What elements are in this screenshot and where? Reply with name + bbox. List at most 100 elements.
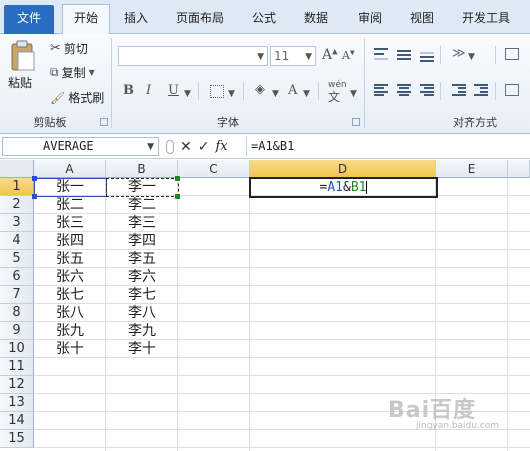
cell-b[interactable]: 李十 [106, 340, 178, 358]
row-header[interactable]: 5 [0, 250, 34, 268]
resize-handle-icon[interactable] [32, 194, 37, 199]
orientation-icon[interactable]: ≫ [452, 46, 466, 61]
italic-button[interactable]: I [146, 83, 151, 98]
row-header[interactable]: 13 [0, 394, 34, 412]
insert-function-icon[interactable]: fx [215, 139, 227, 154]
divider [440, 46, 441, 64]
cell-a[interactable]: 张三 [34, 214, 106, 232]
copy-button[interactable]: ⧉ 复制 ▼ [50, 64, 95, 81]
tab-insert[interactable]: 插入 [116, 5, 156, 34]
cell-a[interactable]: 张十 [34, 340, 106, 358]
ribbon: 粘贴 ✂ 剪切 ⧉ 复制 ▼ 🖌 格式刷 剪贴板 ▼ 11 ▼ A▲ A▼ B … [0, 34, 530, 134]
resize-handle-icon[interactable] [32, 176, 37, 181]
worksheet-grid[interactable]: A B C D E 1 2 3 4 5 6 7 8 9 10 11 12 13 14 15 张一 张二 张三 张四… [0, 160, 530, 451]
cell-a[interactable]: 张七 [34, 286, 106, 304]
cell-a[interactable]: 张二 [34, 196, 106, 214]
tab-home[interactable]: 开始 [62, 4, 110, 35]
underline-button[interactable]: U [168, 83, 179, 98]
row-header[interactable]: 1 [0, 178, 34, 196]
column-header-d[interactable]: D [250, 160, 436, 178]
paste-button[interactable] [8, 40, 38, 72]
column-header-f[interactable] [508, 160, 530, 178]
tab-developer[interactable]: 开发工具 [454, 5, 518, 34]
borders-icon[interactable] [210, 85, 224, 98]
chevron-down-icon: ▼ [88, 68, 95, 77]
formula-ref-b1: B1 [350, 180, 367, 195]
font-name-input[interactable]: ▼ [118, 46, 268, 66]
cancel-icon[interactable]: ✕ [180, 139, 192, 155]
chevron-down-icon: ▼ [184, 89, 191, 99]
align-middle-icon[interactable] [397, 50, 411, 60]
tab-file[interactable]: 文件 [4, 5, 54, 34]
row-header[interactable]: 10 [0, 340, 34, 358]
cell-b[interactable]: 李二 [106, 196, 178, 214]
decrease-indent-icon[interactable] [452, 84, 466, 96]
name-box[interactable]: AVERAGE ▼ [2, 137, 159, 156]
active-cell-d1[interactable]: =A1&B1 [249, 177, 438, 198]
align-top-icon[interactable] [374, 48, 388, 60]
tab-view[interactable]: 视图 [402, 5, 442, 34]
resize-handle-icon[interactable] [175, 176, 180, 181]
increase-indent-icon[interactable] [474, 84, 488, 96]
font-color-button[interactable]: A [288, 83, 297, 98]
formula-bar: AVERAGE ▼ ✕ ✓ fx =A1&B1 [0, 135, 530, 159]
select-all-corner[interactable] [0, 160, 34, 178]
font-launcher-icon[interactable] [352, 118, 360, 126]
wrap-text-icon[interactable] [505, 48, 519, 60]
clipboard-launcher-icon[interactable] [100, 118, 108, 126]
shrink-font-button[interactable]: A▼ [342, 49, 355, 62]
font-size-input[interactable]: 11 ▼ [270, 46, 316, 66]
resize-handle-icon[interactable] [175, 194, 180, 199]
row-header[interactable]: 14 [0, 412, 34, 430]
tab-formulas[interactable]: 公式 [244, 5, 284, 34]
resize-handle-icon[interactable] [166, 139, 174, 154]
divider [440, 82, 441, 100]
formula-input[interactable]: =A1&B1 [246, 137, 530, 156]
paste-label[interactable]: 粘贴 [8, 74, 32, 91]
cell-b[interactable]: 李九 [106, 322, 178, 340]
enter-icon[interactable]: ✓ [198, 139, 210, 155]
column-header-e[interactable]: E [436, 160, 508, 178]
align-center-icon[interactable] [397, 84, 411, 96]
row-header[interactable]: 8 [0, 304, 34, 322]
cell-b[interactable]: 李八 [106, 304, 178, 322]
align-right-icon[interactable] [420, 84, 434, 96]
row-header[interactable]: 7 [0, 286, 34, 304]
tab-data[interactable]: 数据 [296, 5, 336, 34]
row-header[interactable]: 2 [0, 196, 34, 214]
merge-center-icon[interactable] [505, 84, 519, 96]
cut-button[interactable]: ✂ 剪切 [50, 40, 88, 57]
row-header[interactable]: 12 [0, 376, 34, 394]
row-header[interactable]: 11 [0, 358, 34, 376]
format-painter-button[interactable]: 🖌 格式刷 [50, 89, 104, 106]
cell-a[interactable]: 张六 [34, 268, 106, 286]
align-bottom-icon[interactable] [420, 52, 434, 62]
cell-a[interactable]: 张八 [34, 304, 106, 322]
cell-b[interactable]: 李四 [106, 232, 178, 250]
column-header-a[interactable]: A [34, 160, 106, 178]
grow-font-button[interactable]: A▲ [322, 47, 338, 63]
cell-b[interactable]: 李五 [106, 250, 178, 268]
row-header[interactable]: 15 [0, 430, 34, 448]
bold-button[interactable]: B [123, 83, 134, 98]
tab-page-layout[interactable]: 页面布局 [168, 5, 232, 34]
cell-a[interactable]: 张五 [34, 250, 106, 268]
cell-b[interactable]: 李三 [106, 214, 178, 232]
column-header-c[interactable]: C [178, 160, 250, 178]
cell-a[interactable]: 张四 [34, 232, 106, 250]
cell-b[interactable]: 李七 [106, 286, 178, 304]
tab-review[interactable]: 审阅 [350, 5, 390, 34]
gridline-horizontal [34, 447, 530, 448]
phonetic-button[interactable]: wén 文 [328, 80, 347, 105]
row-header[interactable]: 3 [0, 214, 34, 232]
column-header-b[interactable]: B [106, 160, 178, 178]
cell-a[interactable]: 张九 [34, 322, 106, 340]
cell-b[interactable]: 李六 [106, 268, 178, 286]
fill-color-icon[interactable]: ◈ [255, 82, 265, 97]
row-header[interactable]: 4 [0, 232, 34, 250]
cell-d1-edit[interactable]: =A1&B1 [251, 179, 436, 196]
row-header[interactable]: 9 [0, 322, 34, 340]
copy-label: 复制 [61, 66, 86, 80]
row-header[interactable]: 6 [0, 268, 34, 286]
align-left-icon[interactable] [374, 84, 388, 96]
